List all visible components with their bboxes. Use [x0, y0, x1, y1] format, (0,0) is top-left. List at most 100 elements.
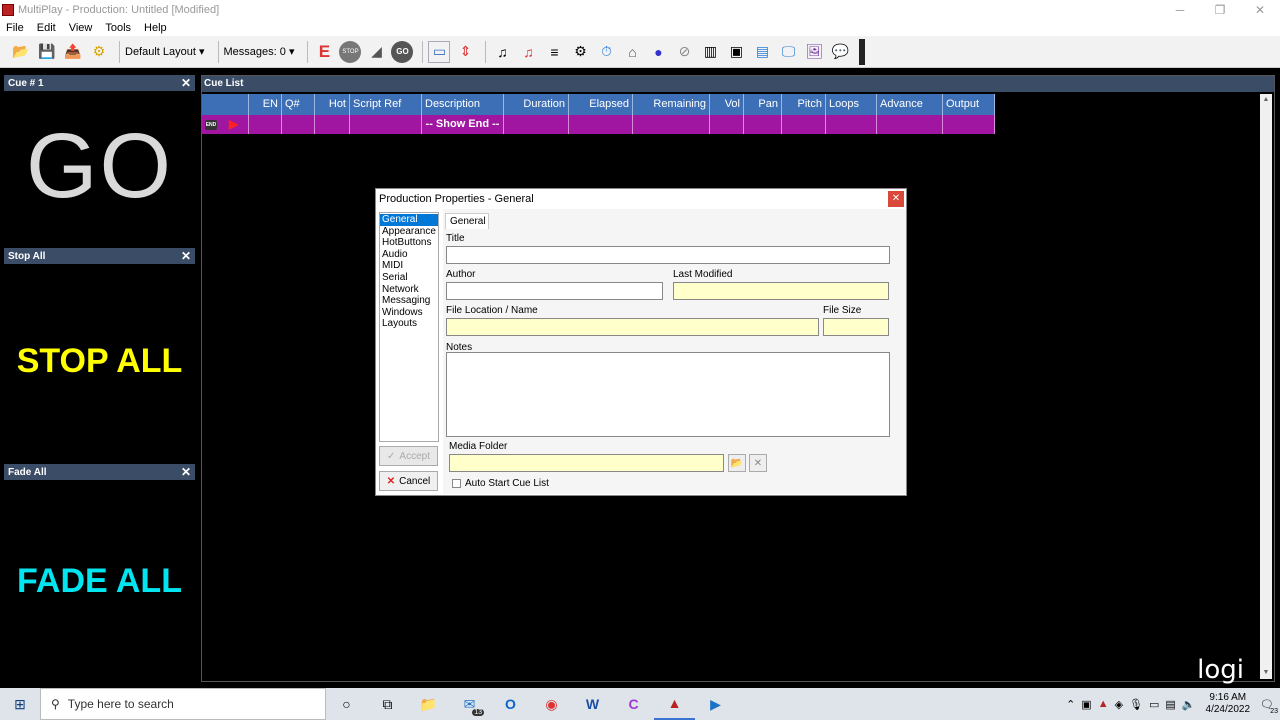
tray-app-icon[interactable]: ▣: [1081, 698, 1091, 711]
app-c-icon[interactable]: C: [613, 688, 654, 720]
clear-folder-icon[interactable]: ✕: [749, 454, 767, 472]
author-field[interactable]: [446, 282, 663, 300]
col-q[interactable]: Q#: [282, 94, 315, 115]
edit-e-icon[interactable]: E: [313, 41, 335, 63]
volume-icon[interactable]: 🔈: [1182, 698, 1196, 711]
battery-icon[interactable]: ▭: [1149, 698, 1159, 711]
scroll-down-icon[interactable]: ▼: [1260, 667, 1272, 679]
tray-app3-icon[interactable]: ◈: [1115, 698, 1123, 711]
go-icon[interactable]: GO: [391, 40, 414, 63]
midi-cue-icon[interactable]: ♫: [517, 41, 539, 63]
stop-all-button[interactable]: STOP ALL: [4, 264, 195, 459]
col-output[interactable]: Output: [943, 94, 995, 115]
comment-icon[interactable]: 💬: [829, 41, 851, 63]
save-icon[interactable]: 💾: [36, 41, 58, 63]
menu-view[interactable]: View: [69, 22, 93, 34]
settings-gear-icon[interactable]: ⚙: [88, 41, 110, 63]
col-script-ref[interactable]: Script Ref: [350, 94, 422, 115]
menu-file[interactable]: File: [6, 22, 24, 34]
category-general[interactable]: General: [380, 214, 438, 226]
outlook-icon[interactable]: O: [490, 688, 531, 720]
multiplay-taskbar-icon[interactable]: ▲: [654, 688, 695, 720]
fade-ramp-icon[interactable]: ◢: [365, 41, 387, 63]
minimize-icon[interactable]: ─: [1160, 0, 1200, 20]
go-button[interactable]: GO: [4, 91, 195, 242]
notes-field[interactable]: [446, 352, 890, 437]
windows-start-icon[interactable]: ⊞: [0, 688, 40, 720]
col-vol[interactable]: Vol: [710, 94, 744, 115]
microphone-icon[interactable]: 🎙: [1129, 698, 1143, 711]
menu-help[interactable]: Help: [144, 22, 167, 34]
taskbar-search[interactable]: ⚲ Type here to search: [40, 688, 326, 720]
col-elapsed[interactable]: Elapsed: [569, 94, 633, 115]
split-icon[interactable]: ⇕: [454, 41, 476, 63]
serial-cue-icon[interactable]: ⌂: [621, 41, 643, 63]
tray-app2-icon[interactable]: ▲: [1098, 698, 1109, 710]
fade-all-button[interactable]: FADE ALL: [4, 480, 195, 682]
cue-window-icon[interactable]: ▭: [428, 40, 451, 63]
col-status[interactable]: [202, 94, 249, 115]
category-messaging[interactable]: Messaging: [380, 295, 438, 307]
restore-icon[interactable]: ❐: [1200, 0, 1240, 20]
category-windows[interactable]: Windows: [380, 307, 438, 319]
table-row[interactable]: END ▶ -- Show End --: [202, 115, 995, 134]
image-cue-icon[interactable]: 🖼: [803, 41, 825, 63]
cue-list-scrollbar[interactable]: ▲ ▼: [1260, 94, 1272, 679]
category-hotbuttons[interactable]: HotButtons: [380, 237, 438, 249]
messages-dropdown[interactable]: Messages: 0 ▾: [224, 45, 295, 58]
tab-general[interactable]: General: [445, 213, 489, 229]
col-pitch[interactable]: Pitch: [782, 94, 826, 115]
piano-icon[interactable]: ▥: [699, 41, 721, 63]
cortana-icon[interactable]: ○: [326, 688, 367, 720]
accept-button[interactable]: ✓ Accept: [379, 446, 438, 466]
title-field[interactable]: [446, 246, 890, 264]
browse-folder-icon[interactable]: 📂: [728, 454, 746, 472]
media-app-icon[interactable]: ▶: [695, 688, 736, 720]
play-icon[interactable]: ▶: [229, 115, 238, 134]
stop-icon[interactable]: STOP: [339, 40, 362, 63]
menu-edit[interactable]: Edit: [37, 22, 56, 34]
layout-dropdown[interactable]: Default Layout ▾: [125, 45, 205, 58]
col-hot[interactable]: Hot: [315, 94, 350, 115]
scroll-up-icon[interactable]: ▲: [1260, 94, 1272, 106]
category-appearance[interactable]: Appearance: [380, 226, 438, 238]
timer-cue-icon[interactable]: ⏱: [595, 41, 617, 63]
close-icon[interactable]: ✕: [181, 76, 191, 90]
category-layouts[interactable]: Layouts: [380, 318, 438, 330]
control-cue-icon[interactable]: ⚙: [569, 41, 591, 63]
tray-expand-icon[interactable]: ⌃: [1066, 698, 1075, 711]
col-description[interactable]: Description: [422, 94, 504, 115]
stop-cue-icon[interactable]: ⊘: [673, 41, 695, 63]
close-icon[interactable]: ✕: [181, 249, 191, 263]
col-remaining[interactable]: Remaining: [633, 94, 710, 115]
dialog-close-icon[interactable]: ✕: [888, 191, 904, 207]
cancel-button[interactable]: ✕ Cancel: [379, 471, 438, 491]
export-icon[interactable]: 📤: [62, 41, 84, 63]
checkbox-box[interactable]: [452, 479, 461, 488]
network-cue-icon[interactable]: ●: [647, 41, 669, 63]
audio-cue-icon[interactable]: ♫: [491, 41, 513, 63]
category-audio[interactable]: Audio: [380, 249, 438, 261]
mail-icon[interactable]: ✉ 13: [449, 688, 490, 720]
word-icon[interactable]: W: [572, 688, 613, 720]
playlist-icon[interactable]: ≡: [543, 41, 565, 63]
menu-tools[interactable]: Tools: [105, 22, 131, 34]
category-midi[interactable]: MIDI: [380, 260, 438, 272]
close-icon[interactable]: ✕: [181, 465, 191, 479]
display-cue-icon[interactable]: 🖵: [777, 41, 799, 63]
close-window-icon[interactable]: ✕: [1240, 0, 1280, 20]
video-cue-icon[interactable]: ▣: [725, 41, 747, 63]
col-advance[interactable]: Advance: [877, 94, 943, 115]
task-view-icon[interactable]: ⧉: [367, 688, 408, 720]
col-loops[interactable]: Loops: [826, 94, 877, 115]
clock[interactable]: 9:16 AM 4/24/2022: [1202, 692, 1255, 716]
chrome-icon[interactable]: ◉: [531, 688, 572, 720]
open-folder-icon[interactable]: 📂: [10, 41, 32, 63]
category-serial[interactable]: Serial: [380, 272, 438, 284]
network-icon[interactable]: ▤: [1165, 698, 1175, 711]
notifications-icon[interactable]: 🗨 23: [1260, 698, 1278, 715]
category-network[interactable]: Network: [380, 284, 438, 296]
col-en[interactable]: EN: [249, 94, 282, 115]
file-explorer-icon[interactable]: 📁: [408, 688, 449, 720]
auto-start-checkbox[interactable]: Auto Start Cue List: [452, 478, 549, 489]
